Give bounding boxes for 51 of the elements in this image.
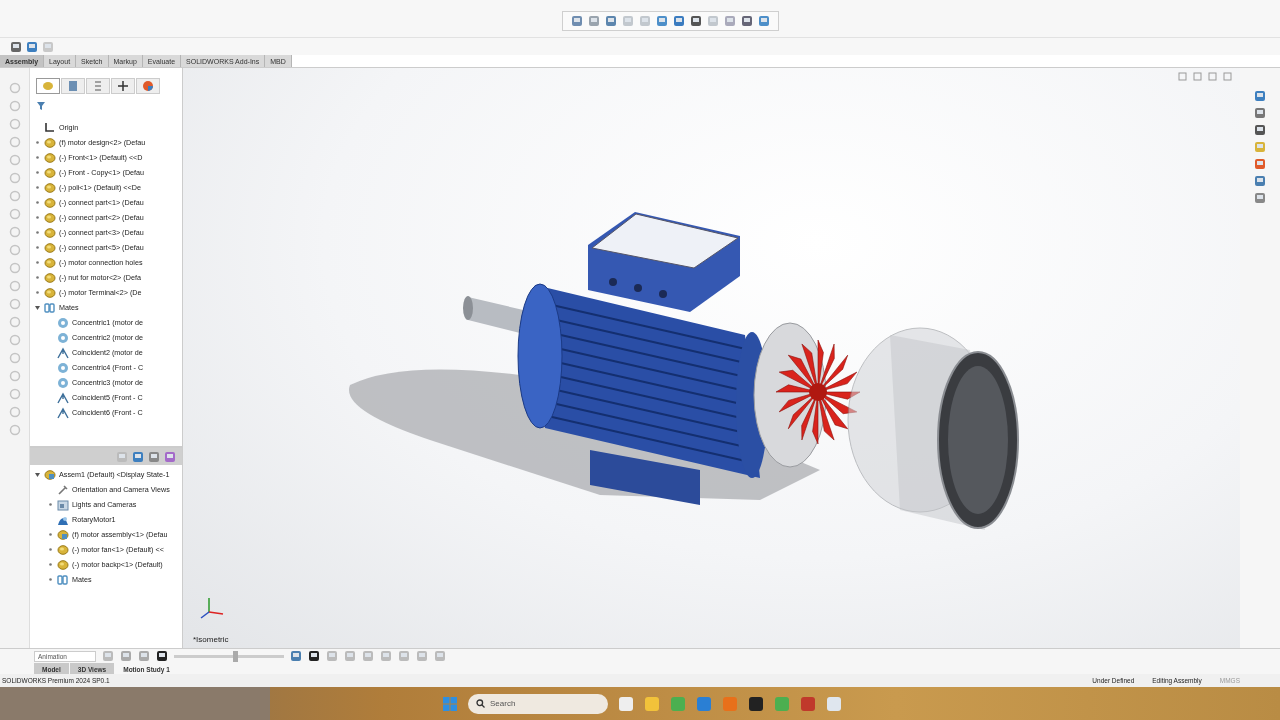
concentric-mate-icon: [57, 331, 69, 344]
manager-tab[interactable]: [36, 78, 60, 94]
filter-icon[interactable]: [36, 101, 48, 111]
coincident-mate-icon: [57, 346, 69, 359]
mates-folder-icon: [44, 301, 56, 314]
part-icon: [44, 196, 56, 209]
part-icon: [44, 211, 56, 224]
manager-tab-icon: [42, 80, 54, 92]
folder-icon: [57, 498, 69, 511]
origin-icon: [44, 121, 56, 134]
coordinate-triad-icon: [199, 596, 225, 620]
manager-tab-icon: [67, 80, 79, 92]
part-icon: [57, 558, 69, 571]
view-name: *Isometric: [193, 635, 229, 644]
concentric-mate-icon: [57, 376, 69, 389]
concentric-mate-icon: [57, 316, 69, 329]
part-icon: [44, 181, 56, 194]
part-icon: [44, 271, 56, 284]
app-icon[interactable]: [618, 695, 634, 712]
concentric-mate-icon: [57, 361, 69, 374]
expand-arrow-icon[interactable]: [34, 471, 41, 478]
manager-tab[interactable]: [111, 78, 135, 94]
tool-icon[interactable]: [689, 15, 702, 27]
part-icon: [44, 241, 56, 254]
windows-logo-icon[interactable]: [442, 695, 458, 712]
mates-folder-icon: [57, 573, 69, 586]
manager-tab[interactable]: [86, 78, 110, 94]
assembly-icon: [57, 528, 69, 541]
assembly-icon: [44, 468, 56, 481]
part-icon: [44, 151, 56, 164]
tool-icon[interactable]: [1254, 124, 1266, 136]
part-icon: [44, 256, 56, 269]
part-icon: [44, 136, 56, 149]
manager-tab-icon: [92, 80, 104, 92]
search-icon: [476, 699, 485, 708]
manager-tab-icon: [142, 80, 154, 92]
part-icon: [44, 286, 56, 299]
app-icon[interactable]: [748, 695, 764, 712]
expand-arrow-icon[interactable]: [34, 304, 41, 311]
part-icon: [57, 543, 69, 556]
part-icon: [44, 226, 56, 239]
manager-tab[interactable]: [136, 78, 160, 94]
part-icon: [44, 166, 56, 179]
coincident-mate-icon: [57, 406, 69, 419]
tool-icon[interactable]: [308, 650, 320, 662]
tool-icon[interactable]: [156, 650, 168, 662]
manager-tab[interactable]: [61, 78, 85, 94]
manager-tab-icon: [117, 80, 129, 92]
coincident-mate-icon: [57, 391, 69, 404]
timeline-thumb[interactable]: [232, 650, 238, 662]
taskbar-search-field[interactable]: Search: [468, 693, 608, 714]
